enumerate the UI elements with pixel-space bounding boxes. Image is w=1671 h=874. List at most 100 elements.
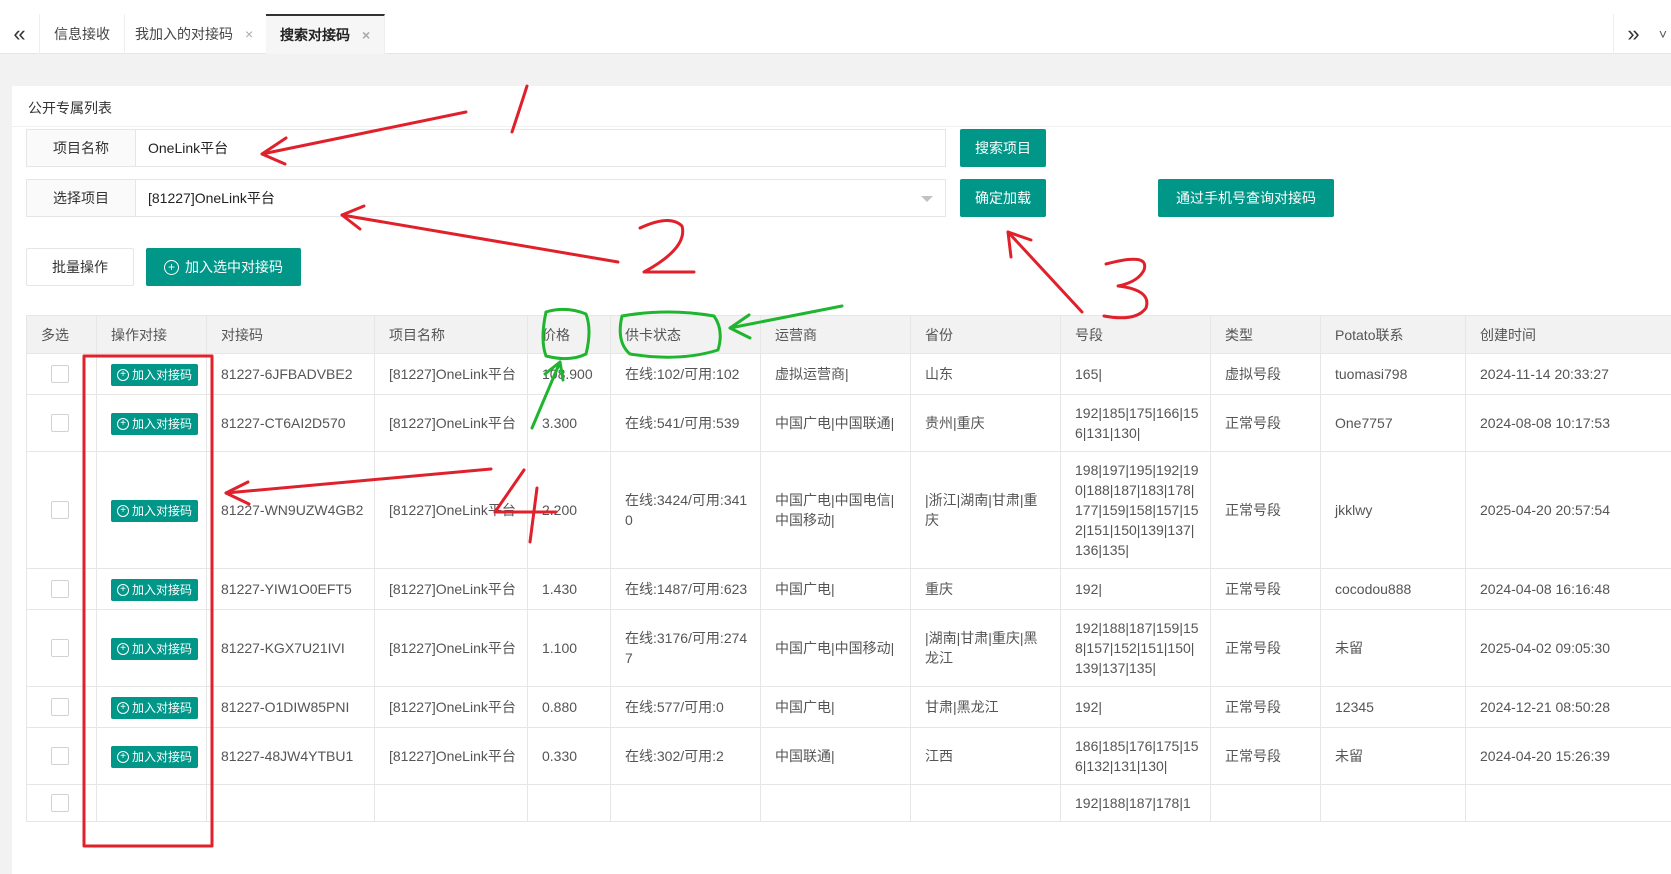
project-name-cell: [81227]OneLink平台 <box>374 727 528 785</box>
code-cell: 81227-WN9UZW4GB2 <box>206 451 375 569</box>
province-cell <box>910 784 1061 822</box>
action-cell: + 加入对接码 <box>96 727 207 785</box>
code-cell: 81227-6JFBADVBE2 <box>206 353 375 395</box>
carrier-cell: 中国广电|中国电信|中国移动| <box>760 451 911 569</box>
column-header: 创建时间 <box>1465 315 1671 354</box>
project-name-row: 项目名称 OneLink平台 <box>26 129 946 167</box>
confirm-load-button[interactable]: 确定加载 <box>960 179 1046 217</box>
tab-my-joined-codes[interactable]: 我加入的对接码 × <box>121 14 269 54</box>
public-exclusive-list-panel: 公开专属列表 项目名称 OneLink平台 搜索项目 选择项目 [81227]O… <box>12 86 1671 874</box>
join-code-button[interactable]: + 加入对接码 <box>111 638 199 660</box>
close-icon[interactable]: × <box>245 26 253 42</box>
code-cell: 81227-CT6AI2D570 <box>206 394 375 452</box>
type-cell: 正常号段 <box>1210 451 1321 569</box>
row-checkbox[interactable] <box>51 580 69 598</box>
potato-contact-cell: jkklwy <box>1320 451 1466 569</box>
search-project-button[interactable]: 搜索项目 <box>960 129 1046 167</box>
supply-status-cell: 在线:102/可用:102 <box>610 353 761 395</box>
code-cell: 81227-O1DIW85PNI <box>206 686 375 728</box>
join-code-button[interactable]: + 加入对接码 <box>111 364 199 386</box>
project-name-cell <box>374 784 528 822</box>
supply-status-cell: 在线:541/可用:539 <box>610 394 761 452</box>
created-time-cell: 2024-08-08 10:17:53 <box>1465 394 1671 452</box>
tabs-scroll-left-icon[interactable]: « <box>0 14 40 54</box>
created-time-cell: 2024-11-14 20:33:27 <box>1465 353 1671 395</box>
divider <box>12 126 1671 127</box>
carrier-cell: 中国广电| <box>760 686 911 728</box>
province-cell: 江西 <box>910 727 1061 785</box>
project-name-cell: [81227]OneLink平台 <box>374 568 528 610</box>
tab-search-codes[interactable]: 搜索对接码 × <box>266 14 386 54</box>
type-cell <box>1210 784 1321 822</box>
price-cell: 108.900 <box>527 353 611 395</box>
batch-operation-button[interactable]: 批量操作 <box>26 248 134 286</box>
select-cell <box>26 727 97 785</box>
join-code-button[interactable]: + 加入对接码 <box>111 579 199 601</box>
table-row: 192|188|187|178|1 <box>26 784 1671 822</box>
type-cell: 正常号段 <box>1210 686 1321 728</box>
add-selected-codes-button[interactable]: + 加入选中对接码 <box>146 248 301 286</box>
column-header: 运营商 <box>760 315 911 354</box>
code-cell: 81227-KGX7U21IVI <box>206 609 375 687</box>
column-header: 号段 <box>1060 315 1211 354</box>
carrier-cell: 虚拟运营商| <box>760 353 911 395</box>
select-cell <box>26 353 97 395</box>
column-header: 供卡状态 <box>610 315 761 354</box>
action-cell: + 加入对接码 <box>96 568 207 610</box>
plus-circle-icon: + <box>117 505 129 517</box>
select-cell <box>26 609 97 687</box>
query-by-phone-button[interactable]: 通过手机号查询对接码 <box>1158 179 1334 217</box>
select-cell <box>26 568 97 610</box>
row-checkbox[interactable] <box>51 747 69 765</box>
join-code-button[interactable]: + 加入对接码 <box>111 697 199 719</box>
plus-circle-icon: + <box>117 751 129 763</box>
potato-contact-cell: cocodou888 <box>1320 568 1466 610</box>
price-cell: 3.300 <box>527 394 611 452</box>
supply-status-cell: 在线:3424/可用:3410 <box>610 451 761 569</box>
table-row: + 加入对接码 81227-KGX7U21IVI [81227]OneLink平台 1.… <box>26 609 1671 687</box>
action-cell: + 加入对接码 <box>96 609 207 687</box>
join-code-label: 加入对接码 <box>132 750 193 764</box>
project-name-label: 项目名称 <box>26 129 136 167</box>
potato-contact-cell: tuomasi798 <box>1320 353 1466 395</box>
province-cell: |湖南|甘肃|重庆|黑龙江 <box>910 609 1061 687</box>
tabs-menu-chevron-down-icon[interactable]: ˅ <box>1655 14 1671 54</box>
row-checkbox[interactable] <box>51 501 69 519</box>
row-checkbox[interactable] <box>51 414 69 432</box>
join-code-label: 加入对接码 <box>132 701 193 715</box>
close-icon[interactable]: × <box>362 27 370 43</box>
row-checkbox[interactable] <box>51 365 69 383</box>
column-header: 对接码 <box>206 315 375 354</box>
project-name-cell: [81227]OneLink平台 <box>374 394 528 452</box>
codes-table: 多选 操作对接 对接码 项目名称 价格 供卡状态 运营商 省份 号段 类型 Po… <box>26 315 1671 822</box>
number-segments-cell: 192|185|175|166|156|131|130| <box>1060 394 1211 452</box>
potato-contact-cell: 12345 <box>1320 686 1466 728</box>
row-checkbox[interactable] <box>51 639 69 657</box>
project-name-input[interactable]: OneLink平台 <box>136 129 946 167</box>
row-checkbox[interactable] <box>51 698 69 716</box>
type-cell: 正常号段 <box>1210 609 1321 687</box>
project-select[interactable]: [81227]OneLink平台 <box>136 179 946 217</box>
column-header: 类型 <box>1210 315 1321 354</box>
panel-title: 公开专属列表 <box>28 100 112 116</box>
join-code-button[interactable]: + 加入对接码 <box>111 413 199 435</box>
number-segments-cell: 192| <box>1060 568 1211 610</box>
select-cell <box>26 784 97 822</box>
row-checkbox[interactable] <box>51 794 69 812</box>
created-time-cell: 2024-04-20 15:26:39 <box>1465 727 1671 785</box>
table-row: + 加入对接码 81227-O1DIW85PNI [81227]OneLink平台 0.… <box>26 686 1671 728</box>
price-cell: 1.430 <box>527 568 611 610</box>
column-header: 项目名称 <box>374 315 528 354</box>
join-code-button[interactable]: + 加入对接码 <box>111 500 199 522</box>
plus-circle-icon: + <box>117 418 129 430</box>
price-cell: 0.880 <box>527 686 611 728</box>
select-project-label: 选择项目 <box>26 179 136 217</box>
join-code-button[interactable]: + 加入对接码 <box>111 746 199 768</box>
tabs-scroll-right-icon[interactable]: » <box>1613 14 1653 54</box>
tab-info-receive[interactable]: 信息接收 <box>40 14 125 54</box>
top-strip <box>0 0 1671 14</box>
action-cell <box>96 784 207 822</box>
join-code-label: 加入对接码 <box>132 368 193 382</box>
carrier-cell: 中国广电| <box>760 568 911 610</box>
price-cell: 2.200 <box>527 451 611 569</box>
